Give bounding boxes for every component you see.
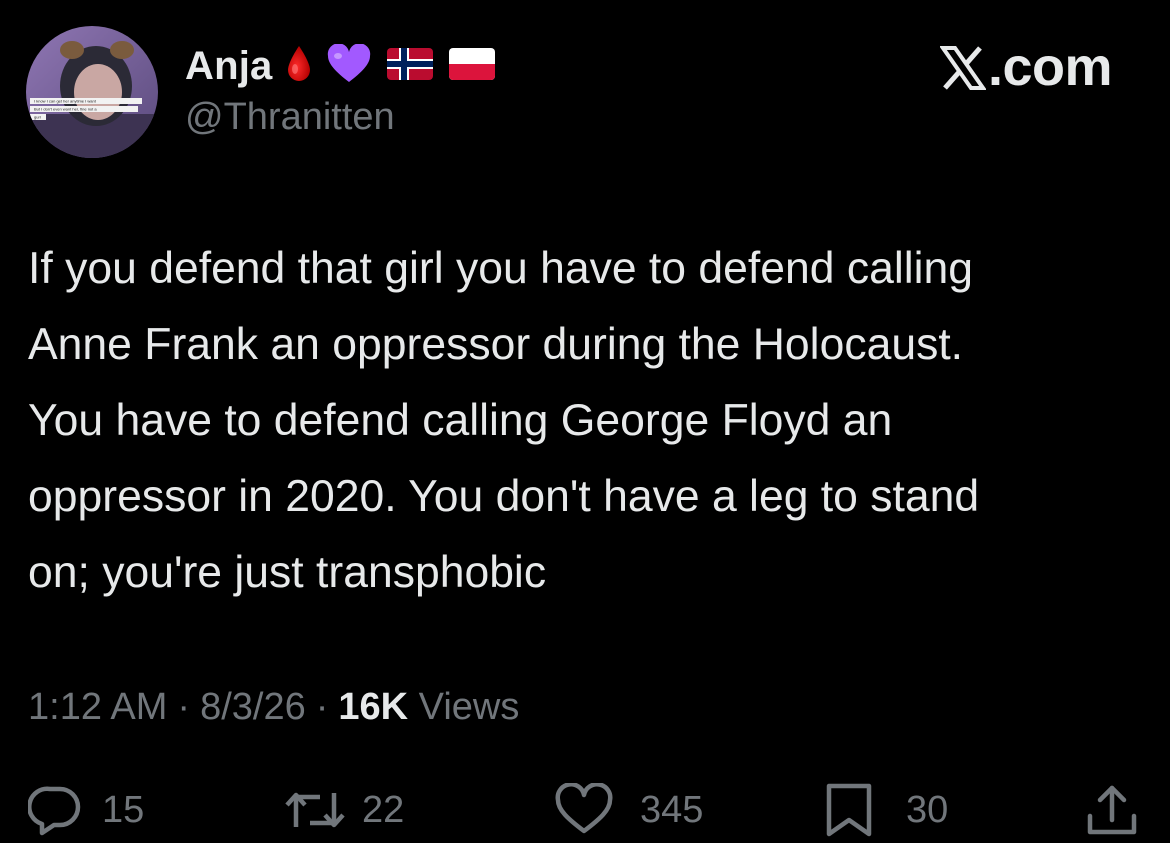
share-button[interactable] — [1084, 780, 1140, 840]
repost-count: 22 — [362, 788, 405, 831]
tweet-text: If you defend that girl you have to defe… — [28, 244, 980, 597]
reply-button[interactable]: 15 — [28, 780, 144, 840]
purple-heart-icon — [326, 42, 372, 89]
avatar-caption-line-3: gurl — [34, 115, 41, 120]
avatar-caption-line-2: But I don't even want her, fine not a — [34, 107, 97, 112]
display-name[interactable]: Anja — [185, 44, 272, 89]
repost-button[interactable]: 22 — [282, 780, 404, 840]
views-label: Views — [418, 686, 520, 728]
avatar-image: I know I can get her anytime I want But … — [26, 26, 158, 158]
repost-icon — [282, 783, 348, 837]
tweet-date[interactable]: 8/3/26 — [200, 686, 306, 728]
heart-icon — [554, 783, 614, 837]
tweet-metadata: 1:12 AM · 8/3/26 · 16K Views — [28, 686, 519, 729]
views-count: 16K — [338, 686, 409, 728]
meta-separator: · — [315, 686, 329, 728]
action-bar: 15 22 345 30 — [0, 780, 1170, 840]
brand-domain: .com — [987, 37, 1113, 97]
like-button[interactable]: 345 — [554, 780, 703, 840]
avatar-caption-line-1: I know I can get her anytime I want — [34, 99, 97, 104]
tweet-time[interactable]: 1:12 AM — [28, 686, 167, 728]
norway-flag-icon — [386, 47, 434, 86]
drop-of-blood-icon — [286, 44, 312, 89]
reply-icon — [28, 783, 82, 837]
reply-count: 15 — [102, 788, 145, 831]
bookmark-icon — [822, 782, 876, 838]
bookmark-count: 30 — [906, 788, 949, 831]
share-icon — [1084, 782, 1140, 838]
poland-flag-icon — [448, 47, 496, 86]
bookmark-button[interactable]: 30 — [822, 780, 948, 840]
x-brand-logo: .com — [939, 36, 1113, 98]
author-name-row: Anja — [185, 40, 496, 92]
x-logo-icon — [939, 42, 987, 90]
avatar[interactable]: I know I can get her anytime I want But … — [26, 26, 158, 158]
like-count: 345 — [640, 788, 704, 831]
author-handle[interactable]: @Thranitten — [185, 96, 395, 139]
meta-separator: · — [177, 686, 191, 728]
